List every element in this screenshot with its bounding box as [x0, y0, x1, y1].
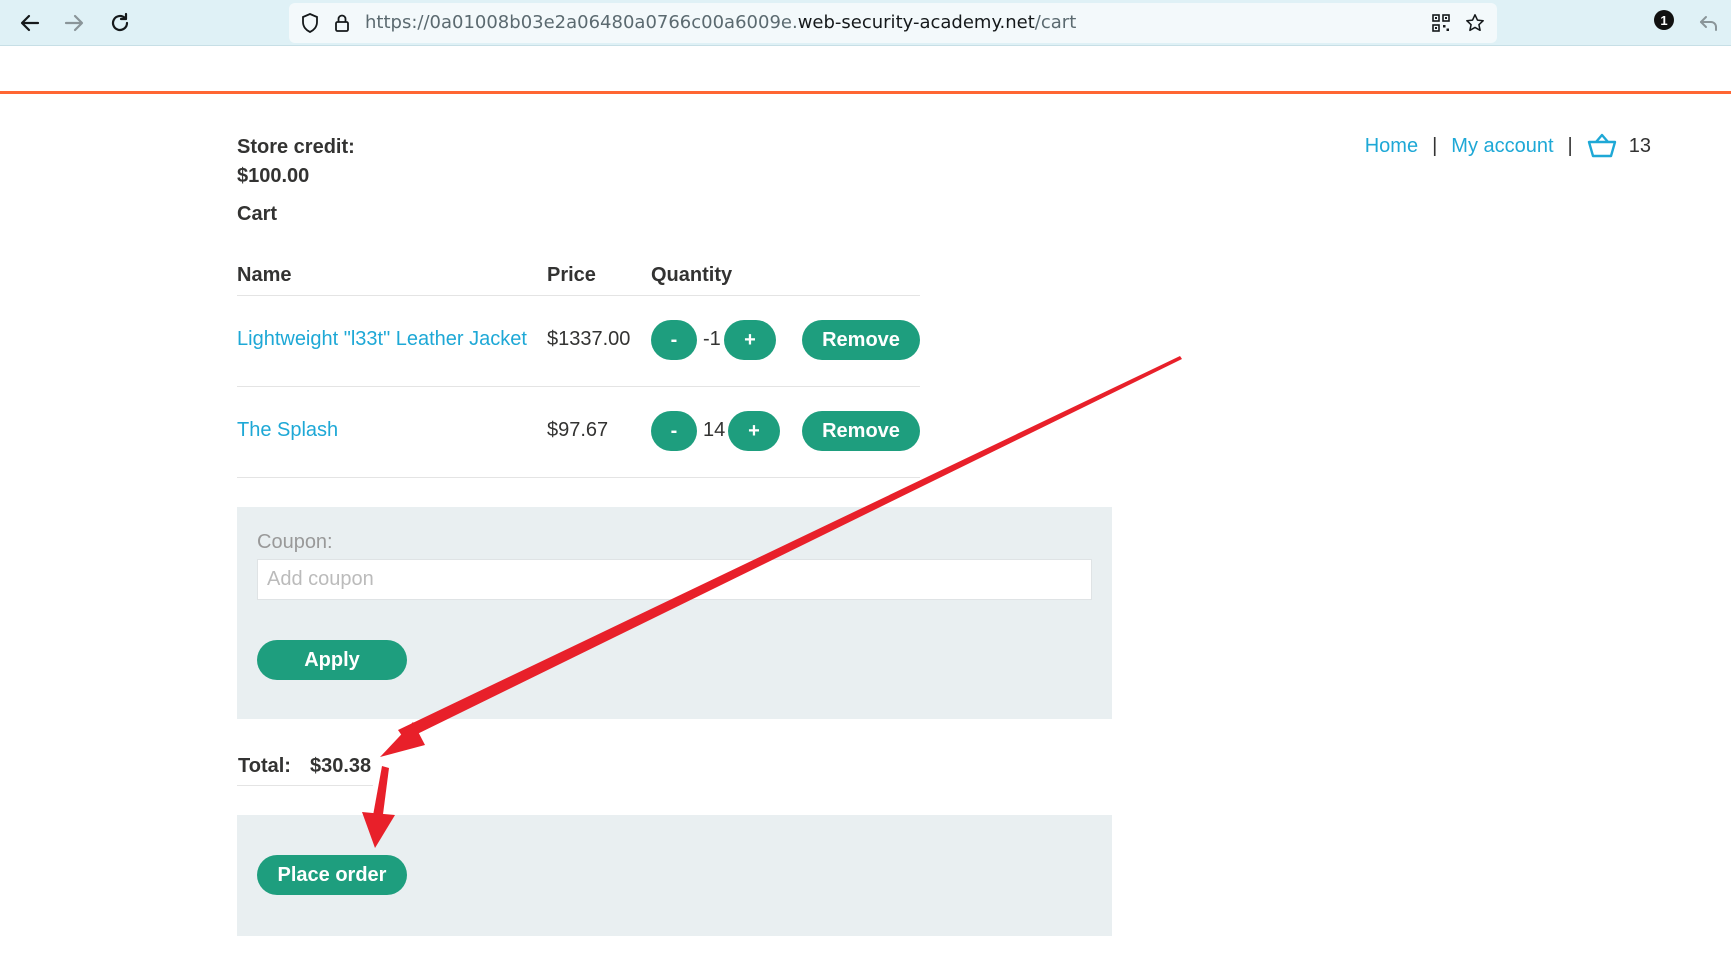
product-link[interactable]: The Splash	[237, 419, 338, 442]
cart-basket-icon[interactable]	[1587, 133, 1617, 159]
header-name: Name	[237, 264, 292, 286]
store-credit-label: Store credit:	[237, 136, 355, 158]
bookmark-star-icon[interactable]	[1465, 13, 1485, 33]
coupon-input[interactable]: Add coupon	[257, 559, 1092, 600]
home-link[interactable]: Home	[1365, 135, 1418, 158]
back-button[interactable]	[13, 6, 47, 40]
cart-count: 13	[1628, 134, 1651, 157]
quantity-value: -1	[703, 328, 721, 350]
remove-button[interactable]: Remove	[802, 320, 920, 360]
qr-code-icon[interactable]	[1431, 13, 1451, 33]
product-price: $97.67	[547, 419, 609, 441]
checkout-panel: Place order	[237, 815, 1112, 936]
shield-icon[interactable]	[300, 13, 320, 33]
coupon-label: Coupon:	[257, 531, 333, 553]
short-arrow-shaft	[372, 766, 389, 822]
forward-button[interactable]	[57, 6, 91, 40]
header-price: Price	[547, 264, 596, 286]
reload-icon	[111, 12, 129, 32]
quantity-value: 14	[703, 419, 726, 441]
product-price: $1337.00	[547, 328, 631, 350]
apply-coupon-button[interactable]: Apply	[257, 640, 407, 680]
table-row: The Splash $97.67 - 14 + Remove	[237, 387, 920, 478]
address-bar[interactable]: https://0a01008b03e2a06480a0766c00a6009e…	[289, 3, 1497, 43]
table-header: Name Price Quantity	[237, 258, 920, 296]
coupon-panel: Coupon: Add coupon Apply	[237, 507, 1112, 719]
table-row: Lightweight "l33t" Leather Jacket $1337.…	[237, 296, 920, 387]
header-quantity: Quantity	[651, 264, 733, 286]
my-account-link[interactable]: My account	[1451, 135, 1553, 158]
increase-quantity-button[interactable]: +	[724, 320, 776, 360]
back-arrow-icon	[20, 14, 40, 32]
cart-table: Name Price Quantity Lightweight "l33t" L…	[237, 258, 920, 478]
decrease-quantity-button[interactable]: -	[651, 320, 697, 360]
increase-quantity-button[interactable]: +	[728, 411, 780, 451]
long-arrow-head	[380, 722, 425, 757]
url-text[interactable]: https://0a01008b03e2a06480a0766c00a6009e…	[365, 3, 1076, 43]
total-label: Total:	[238, 755, 291, 777]
nav-separator: |	[1432, 134, 1438, 157]
order-total: Total: $30.38	[237, 752, 373, 786]
forward-arrow-icon	[64, 14, 84, 32]
place-order-button[interactable]: Place order	[257, 855, 407, 895]
product-link[interactable]: Lightweight "l33t" Leather Jacket	[237, 328, 527, 351]
nav-separator: |	[1567, 134, 1573, 157]
store-credit: Store credit: $100.00	[237, 133, 355, 191]
lock-icon[interactable]	[332, 13, 352, 33]
undo-icon[interactable]	[1692, 6, 1726, 40]
store-credit-value: $100.00	[237, 165, 310, 187]
decrease-quantity-button[interactable]: -	[651, 411, 697, 451]
browser-toolbar: https://0a01008b03e2a06480a0766c00a6009e…	[0, 0, 1731, 46]
top-nav: Home | My account | 13	[1365, 133, 1651, 159]
extension-icon[interactable]: 1	[1654, 10, 1674, 30]
total-value: $30.38	[310, 755, 372, 777]
lab-header-bar	[0, 46, 1731, 94]
cart-title: Cart	[237, 203, 278, 225]
remove-button[interactable]: Remove	[802, 411, 920, 451]
reload-button[interactable]	[103, 6, 137, 40]
